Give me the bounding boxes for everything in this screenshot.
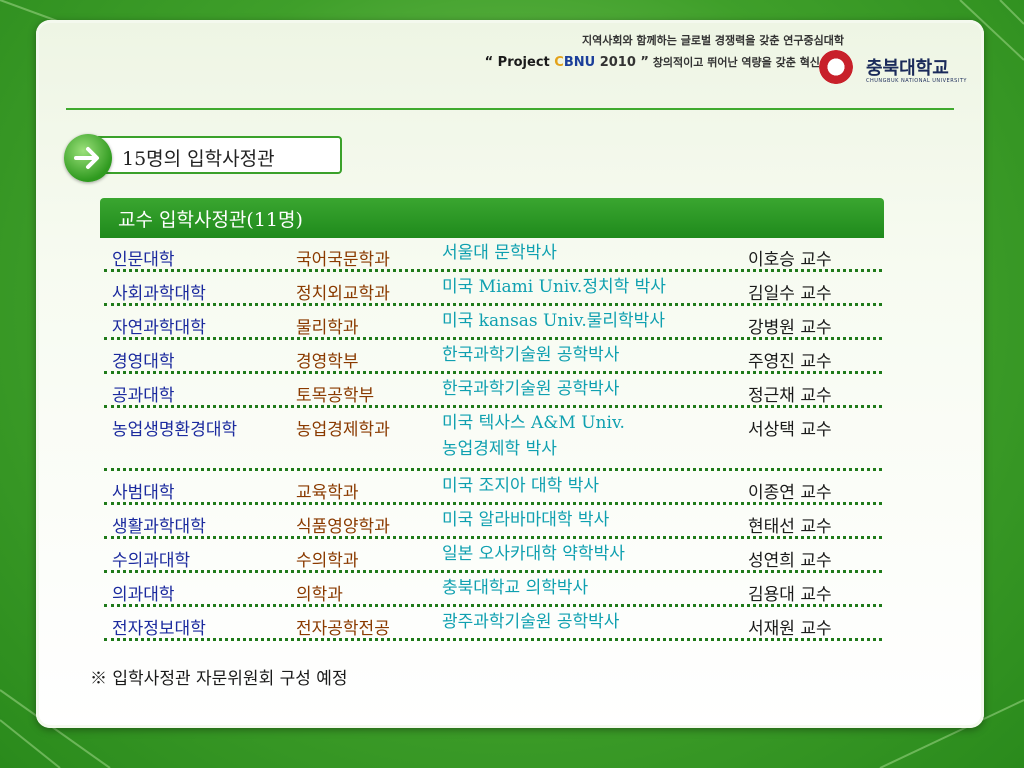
degree-line-2: 농업경제학 박사 [442, 439, 557, 459]
professor-name-cell: 성연희 교수 [748, 551, 832, 571]
professor-name-cell: 김용대 교수 [748, 585, 832, 605]
degree-cell: 한국과학기술원 공학박사 [442, 342, 619, 368]
degree-line: 한국과학기술원 공학박사 [442, 379, 620, 399]
department-cell: 의학과 [296, 585, 343, 605]
professor-name-cell: 현태선 교수 [748, 517, 832, 537]
table-header: 교수 입학사정관(11명) [100, 198, 884, 238]
department-cell: 전자공학전공 [296, 619, 390, 639]
degree-cell: 광주과학기술원 공학박사 [442, 609, 619, 635]
degree-cell: 서울대 문학박사 [442, 240, 557, 266]
table-row: 생활과학대학 식품영양학과 미국 알라바마대학 박사 현태선 교수 [104, 505, 882, 539]
degree-cell: 충북대학교 의학박사 [442, 575, 588, 601]
professor-name-cell: 김일수 교수 [748, 284, 832, 304]
project-label: “ Project CBNU 2010 ” [484, 55, 649, 70]
degree-cell: 미국 kansas Univ.물리학박사 [442, 308, 665, 334]
table-row: 수의과대학 수의학과 일본 오사카대학 약학박사 성연희 교수 [104, 539, 882, 573]
college-cell: 전자정보대학 [112, 619, 206, 639]
table-row: 농업생명환경대학 농업경제학과 미국 텍사스 A&M Univ. 농업경제학 박사 서상… [104, 408, 882, 471]
professor-name-cell: 서상택 교수 [748, 420, 832, 440]
department-cell: 농업경제학과 [296, 420, 390, 440]
degree-line: 미국 알라바마대학 박사 [442, 510, 610, 530]
professor-name-cell: 이종연 교수 [748, 483, 832, 503]
college-cell: 경영대학 [112, 352, 175, 372]
table-row: 사범대학 교육학과 미국 조지아 대학 박사 이종연 교수 [104, 471, 882, 505]
university-name: 충북대학교 [866, 58, 949, 79]
degree-cell: 미국 조지아 대학 박사 [442, 473, 599, 499]
college-cell: 사회과학대학 [112, 284, 206, 304]
department-cell: 물리학과 [296, 318, 359, 338]
professor-name-cell: 서재원 교수 [748, 619, 832, 639]
table-row: 자연과학대학 물리학과 미국 kansas Univ.물리학박사 강병원 교수 [104, 306, 882, 340]
header-project-line: “ Project CBNU 2010 ” 창의적이고 뛰어난 역량을 갖춘 혁… [485, 52, 844, 74]
table-row: 경영대학 경영학부 한국과학기술원 공학박사 주영진 교수 [104, 340, 882, 374]
professor-name-cell: 주영진 교수 [748, 352, 832, 372]
college-cell: 농업생명환경대학 [112, 420, 238, 440]
degree-cell: 일본 오사카대학 약학박사 [442, 541, 625, 567]
department-cell: 수의학과 [296, 551, 359, 571]
footnote: ※ 입학사정관 자문위원회 구성 예정 [90, 669, 348, 689]
department-cell: 식품영양학과 [296, 517, 390, 537]
degree-cell: 미국 알라바마대학 박사 [442, 507, 609, 533]
header-divider [66, 108, 954, 110]
college-cell: 사범대학 [112, 483, 175, 503]
degree-line: 미국 kansas Univ.물리학박사 [442, 311, 665, 331]
degree-cell: 미국 Miami Univ.정치학 박사 [442, 274, 666, 300]
degree-line: 한국과학기술원 공학박사 [442, 345, 620, 365]
professor-name-cell: 정근채 교수 [748, 386, 832, 406]
section-title: 15명의 입학사정관 [122, 148, 275, 170]
college-cell: 의과대학 [112, 585, 175, 605]
table-row: 의과대학 의학과 충북대학교 의학박사 김용대 교수 [104, 573, 882, 607]
college-cell: 공과대학 [112, 386, 175, 406]
section-title-box: 15명의 입학사정관 [98, 136, 342, 174]
professor-name-cell: 이호승 교수 [748, 250, 832, 270]
degree-line: 일본 오사카대학 약학박사 [442, 544, 625, 564]
arrow-right-icon [64, 134, 112, 182]
college-cell: 자연과학대학 [112, 318, 206, 338]
degree-line: 미국 텍사스 A&M Univ. [442, 413, 625, 433]
degree-line: 미국 Miami Univ.정치학 박사 [442, 277, 666, 297]
header-tagline-block: 지역사회와 함께하는 글로벌 경쟁력을 갖춘 연구중심대학 “ Project … [485, 30, 844, 74]
degree-cell: 미국 텍사스 A&M Univ. 농업경제학 박사 [442, 410, 625, 462]
department-cell: 경영학부 [296, 352, 359, 372]
degree-line: 광주과학기술원 공학박사 [442, 612, 620, 632]
professor-name-cell: 강병원 교수 [748, 318, 832, 338]
department-cell: 교육학과 [296, 483, 359, 503]
table-row: 인문대학 국어국문학과 서울대 문학박사 이호승 교수 [104, 238, 882, 272]
table-row: 사회과학대학 정치외교학과 미국 Miami Univ.정치학 박사 김일수 교수 [104, 272, 882, 306]
department-cell: 토목공학부 [296, 386, 375, 406]
department-cell: 국어국문학과 [296, 250, 390, 270]
university-seal-icon [819, 50, 853, 84]
degree-line: 충북대학교 의학박사 [442, 578, 589, 598]
table-row: 전자정보대학 전자공학전공 광주과학기술원 공학박사 서재원 교수 [104, 607, 882, 641]
department-cell: 정치외교학과 [296, 284, 390, 304]
header-tagline-2: 창의적이고 뛰어난 역량을 갖춘 혁신 대학 [652, 56, 844, 69]
university-name-en: CHUNGBUK NATIONAL UNIVERSITY [866, 78, 967, 84]
header-tagline: 지역사회와 함께하는 글로벌 경쟁력을 갖춘 연구중심대학 [581, 34, 844, 47]
college-cell: 생활과학대학 [112, 517, 206, 537]
degree-line: 서울대 문학박사 [442, 243, 557, 263]
degree-cell: 한국과학기술원 공학박사 [442, 376, 619, 402]
college-cell: 수의과대학 [112, 551, 191, 571]
table-row: 공과대학 토목공학부 한국과학기술원 공학박사 정근채 교수 [104, 374, 882, 408]
table-header-label: 교수 입학사정관(11명) [118, 209, 303, 231]
degree-line: 미국 조지아 대학 박사 [442, 476, 599, 496]
college-cell: 인문대학 [112, 250, 175, 270]
professor-table: 인문대학 국어국문학과 서울대 문학박사 이호승 교수사회과학대학 정치외교학과 미국 M… [104, 238, 882, 641]
